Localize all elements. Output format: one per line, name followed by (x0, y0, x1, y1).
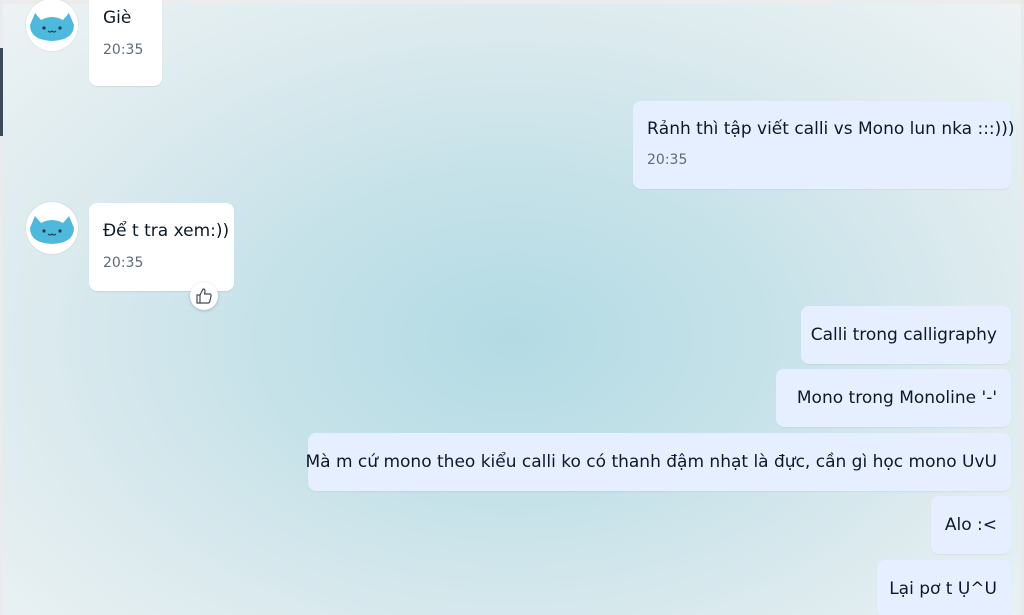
message-text: Lại pơ t Ụ^U (889, 579, 997, 599)
message-bubble-outgoing[interactable]: Lại pơ t Ụ^U (877, 560, 1011, 615)
thumbs-up-icon (196, 288, 212, 304)
message-text: Để t tra xem:)) (103, 221, 230, 241)
contact-avatar[interactable] (26, 0, 78, 51)
message-bubble-outgoing[interactable]: Mono trong Monoline '-' (776, 369, 1011, 427)
message-bubble-outgoing[interactable]: Alo :< (931, 496, 1011, 554)
message-text: Mono trong Monoline '-' (796, 388, 997, 408)
message-timestamp: 20:35 (647, 152, 688, 168)
message-bubble-outgoing[interactable]: Mà m cứ mono theo kiểu calli ko có thanh… (305, 433, 1011, 491)
cat-avatar-icon (30, 13, 74, 41)
message-text: Rảnh thì tập viết calli vs Mono lun nka … (647, 119, 1015, 139)
message-timestamp: 20:35 (103, 42, 144, 58)
message-timestamp: 20:35 (103, 255, 144, 271)
message-bubble-incoming[interactable]: Để t tra xem:)) 20:35 (89, 203, 234, 291)
message-text: Alo :< (944, 515, 997, 535)
message-bubble-outgoing[interactable]: Rảnh thì tập viết calli vs Mono lun nka … (633, 101, 1015, 189)
contact-avatar[interactable] (26, 202, 78, 254)
reaction-button[interactable] (190, 282, 218, 310)
message-text: Giè (103, 8, 132, 28)
message-bubble-outgoing[interactable]: Calli trong calligraphy (801, 306, 1011, 364)
cat-avatar-icon (30, 216, 74, 244)
sidebar-indicator (0, 48, 3, 136)
message-bubble-incoming[interactable]: Giè 20:35 (89, 0, 162, 86)
message-text: Calli trong calligraphy (810, 325, 997, 345)
message-text: Mà m cứ mono theo kiểu calli ko có thanh… (305, 452, 997, 472)
